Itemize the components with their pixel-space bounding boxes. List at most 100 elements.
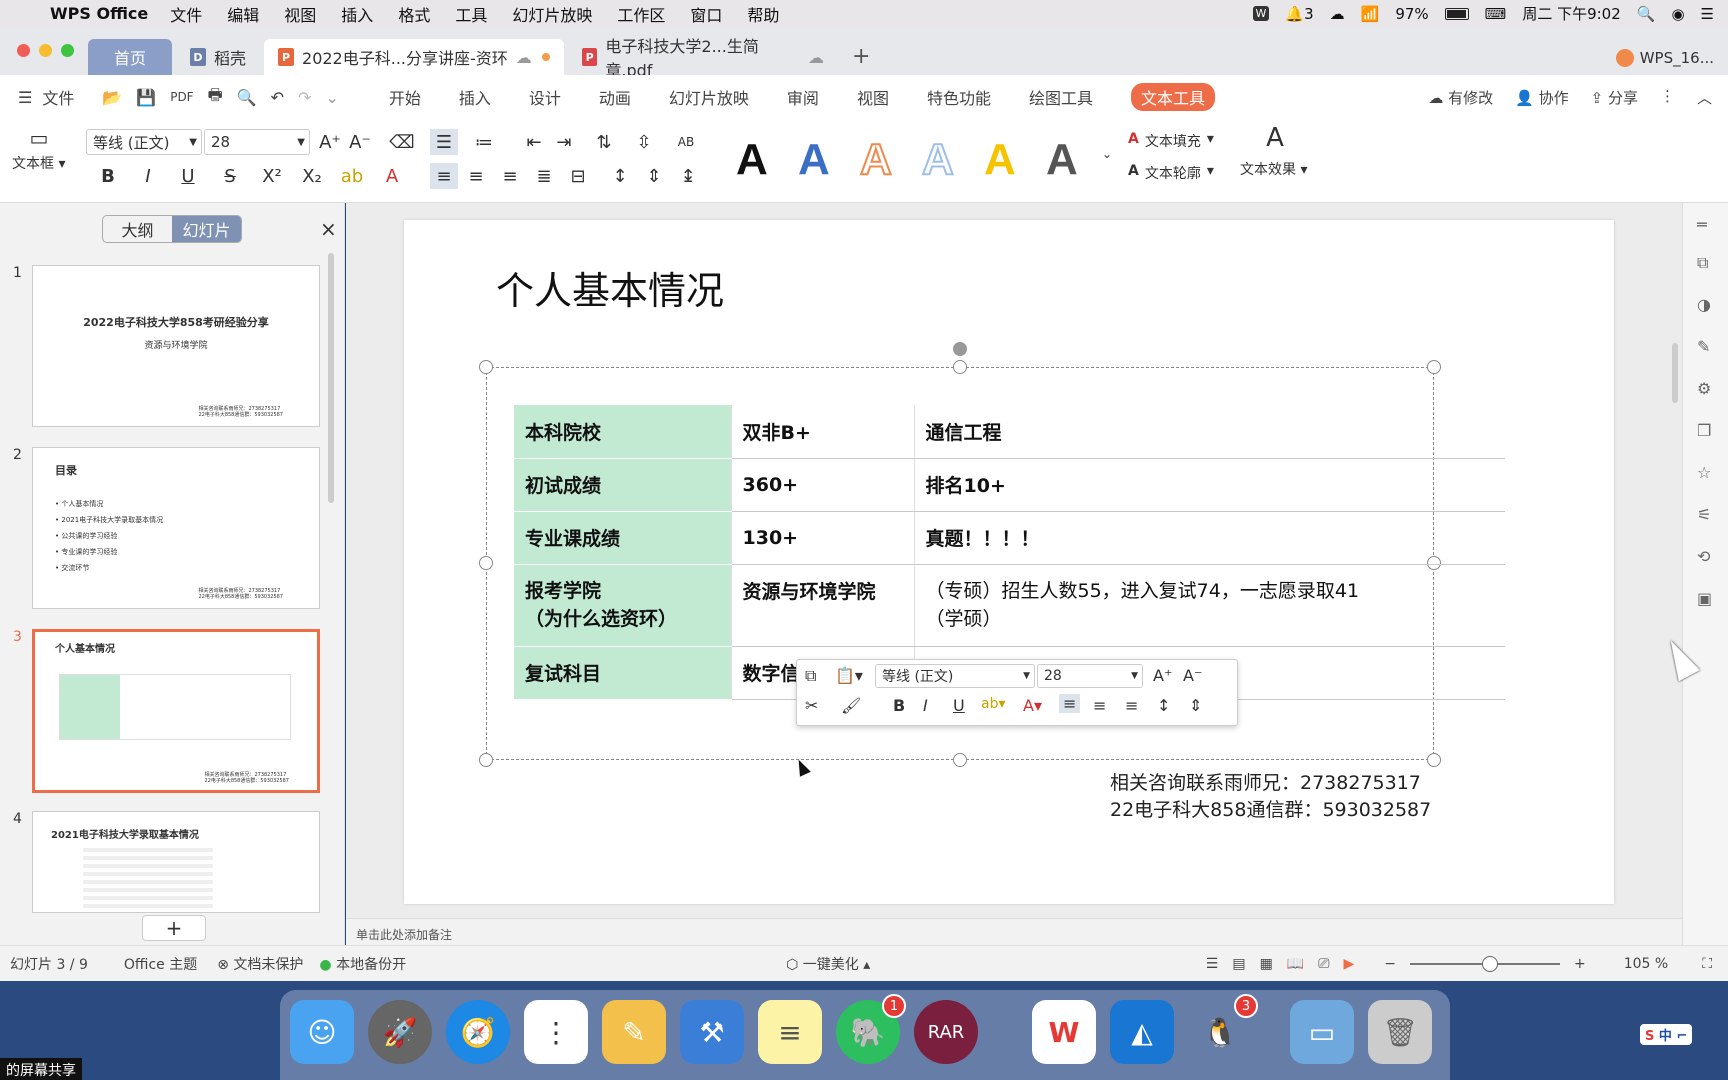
slide-thumbnail-3[interactable]: 个人基本情况 相关咨询联系雨师兄：2738275317 22电子科大858通信群… — [32, 629, 320, 793]
table-cell-label[interactable]: 报考学院 （为什么选资环） — [514, 564, 732, 647]
tab-daoke[interactable]: D 稻壳 — [176, 39, 260, 75]
tab-outline[interactable]: 大纲 — [103, 216, 172, 242]
contact-info[interactable]: 相关咨询联系雨师兄：2738275317 22电子科大858通信群：593032… — [1110, 770, 1431, 824]
underline-icon[interactable]: U — [953, 696, 965, 715]
copy-slides-icon[interactable]: ❐ — [1697, 421, 1711, 440]
tab-start[interactable]: 开始 — [389, 85, 421, 109]
align-left-icon[interactable]: ≡ — [1059, 694, 1081, 713]
decrease-indent-icon[interactable]: ⇤ — [520, 129, 548, 155]
open-icon[interactable]: 📂 — [102, 88, 122, 107]
wps-tray-icon[interactable]: W — [1252, 6, 1270, 21]
paragraph-spacing-icon[interactable]: ⇕ — [1189, 696, 1202, 715]
close-panel-icon[interactable]: × — [320, 217, 337, 241]
slide-title[interactable]: 个人基本情况 — [496, 260, 724, 315]
underline-icon[interactable]: U — [176, 163, 200, 189]
tab-design[interactable]: 设计 — [529, 85, 561, 109]
pages-icon[interactable]: ✎ — [602, 1000, 666, 1064]
more-styles-icon[interactable]: ⌄ — [1100, 141, 1114, 167]
textbox-button[interactable]: 文本框 ▾ — [12, 153, 65, 173]
text-style-preset-6[interactable]: A — [1046, 135, 1078, 185]
distribute-icon[interactable]: ⊟ — [564, 163, 592, 189]
tab-review[interactable]: 审阅 — [787, 85, 819, 109]
tab-home[interactable]: 首页 — [88, 39, 172, 75]
notes-app-icon[interactable]: ≡ — [758, 1000, 822, 1064]
close-window-button[interactable] — [17, 44, 30, 57]
text-style-preset-2[interactable]: A — [798, 135, 830, 185]
menu-format[interactable]: 格式 — [398, 2, 430, 26]
highlight-icon[interactable]: ab — [338, 163, 366, 189]
user-account[interactable]: WPS_16... — [1615, 49, 1714, 67]
justify-icon[interactable]: ≣ — [530, 163, 558, 189]
text-effect-icon[interactable]: A — [1260, 123, 1290, 153]
text-fill-button[interactable]: A 文本填充 ▾ — [1128, 131, 1214, 151]
text-style-preset-5[interactable]: A — [984, 135, 1016, 185]
undo-icon[interactable]: ↶ — [271, 88, 284, 107]
input-method-icon[interactable]: ⌨ — [1485, 5, 1507, 23]
font-size-select[interactable]: 28 ▼ — [204, 129, 310, 155]
tab-view[interactable]: 视图 — [857, 85, 889, 109]
tab-slideshow[interactable]: 幻灯片放映 — [669, 85, 749, 109]
increase-indent-icon[interactable]: ⇥ — [550, 129, 578, 155]
protect-status[interactable]: ⊗ 文档未保护 — [217, 954, 303, 974]
align-left-icon[interactable]: ≡ — [430, 163, 458, 189]
menu-view[interactable]: 视图 — [284, 2, 316, 26]
align-center-icon[interactable]: ≡ — [1093, 696, 1106, 715]
modified-status[interactable]: ☁ 有修改 — [1428, 87, 1493, 108]
collaborate-button[interactable]: 👤 协作 — [1515, 87, 1568, 108]
zoom-window-button[interactable] — [61, 44, 74, 57]
italic-icon[interactable]: I — [136, 163, 160, 189]
folder-icon[interactable]: ▭ — [1290, 1000, 1354, 1064]
clear-format-icon[interactable]: ⌫ — [389, 129, 414, 155]
menu-window[interactable]: 窗口 — [690, 2, 722, 26]
resize-handle-sw[interactable] — [479, 753, 493, 767]
zoom-slider[interactable] — [1409, 955, 1560, 972]
text-direction-icon[interactable]: ⇅ — [590, 129, 618, 155]
file-menu[interactable]: 文件 — [42, 85, 74, 109]
tab-insert[interactable]: 插入 — [459, 85, 491, 109]
safari-icon[interactable]: 🧭 — [446, 1000, 510, 1064]
app-name-menu[interactable]: WPS Office — [50, 4, 148, 23]
resize-handle-s[interactable] — [953, 753, 967, 767]
align-text-icon[interactable]: ⇳ — [630, 129, 658, 155]
collapse-ribbon-icon[interactable]: ︿ — [1697, 87, 1712, 108]
subscript-icon[interactable]: X₂ — [298, 163, 326, 189]
text-style-preset-4[interactable]: A — [921, 134, 955, 185]
spacing-options-icon[interactable]: ↨ — [674, 163, 702, 189]
normal-view-icon[interactable]: ▤ — [1232, 956, 1245, 972]
rar-icon[interactable]: RAR — [914, 1000, 978, 1064]
autofit-icon[interactable]: AB — [672, 129, 700, 155]
text-style-preset-1[interactable]: A — [736, 135, 768, 185]
save-icon[interactable]: 💾 — [136, 88, 156, 107]
grid-view-icon[interactable]: ▦ — [1260, 956, 1273, 972]
theme-name[interactable]: Office 主题 — [124, 954, 197, 974]
italic-icon[interactable]: I — [923, 696, 928, 715]
zoom-level[interactable]: 105 % — [1624, 956, 1668, 972]
align-center-icon[interactable]: ≡ — [462, 163, 490, 189]
decrease-font-icon[interactable]: A⁻ — [348, 129, 372, 155]
superscript-icon[interactable]: X² — [258, 163, 286, 189]
table-cell-label[interactable]: 复试科目 — [514, 646, 732, 700]
menu-file[interactable]: 文件 — [170, 2, 202, 26]
table-cell-label[interactable]: 专业课成绩 — [514, 511, 732, 565]
menu-workspace[interactable]: 工作区 — [617, 2, 665, 26]
pen-icon[interactable]: ✎ — [1697, 337, 1710, 356]
qq-icon[interactable]: 🐧 3 — [1188, 994, 1258, 1064]
tab-features[interactable]: 特色功能 — [927, 85, 991, 109]
cloud-tray-icon[interactable]: ☁ — [1330, 5, 1345, 23]
resize-handle-nw[interactable] — [479, 360, 493, 374]
ime-indicator[interactable]: S 中 ⌐ — [1640, 1024, 1693, 1045]
copy-icon[interactable]: ⧉ — [805, 666, 816, 686]
tab-drawing-tools[interactable]: 绘图工具 — [1029, 85, 1093, 109]
text-style-preset-3[interactable]: A — [859, 134, 893, 185]
wifi-icon[interactable]: 📶 — [1361, 5, 1380, 23]
sliders-icon[interactable]: ⚟ — [1697, 505, 1711, 524]
reminders-icon[interactable]: ⋮ — [524, 1000, 588, 1064]
finder-icon[interactable]: ☺ — [290, 1000, 354, 1064]
print-preview-icon[interactable]: 🔍 — [237, 88, 257, 107]
reading-view-icon[interactable]: 📖 — [1287, 956, 1304, 972]
tab-text-tools[interactable]: 文本工具 — [1130, 83, 1215, 111]
image-icon[interactable]: ▣ — [1697, 589, 1712, 608]
align-right-icon[interactable]: ≡ — [1125, 696, 1138, 715]
menu-slideshow[interactable]: 幻灯片放映 — [512, 2, 592, 26]
xcode-icon[interactable]: ⚒ — [680, 1000, 744, 1064]
